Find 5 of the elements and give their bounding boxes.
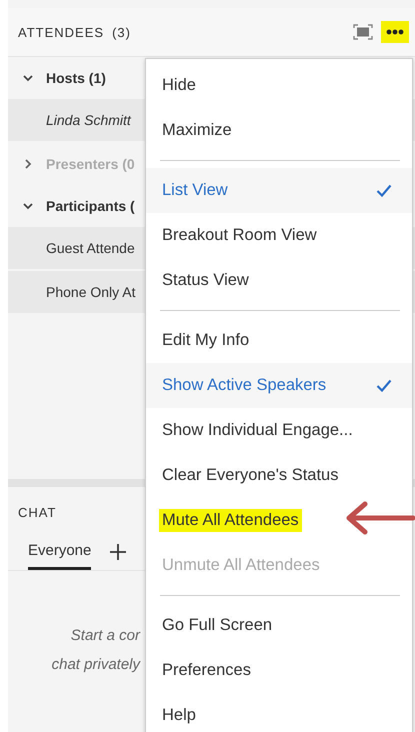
chat-title: CHAT bbox=[18, 505, 56, 520]
panel-title: ATTENDEES bbox=[18, 24, 104, 40]
empty-chat-message: chat privately bbox=[50, 655, 140, 675]
empty-chat-message: Start a cor bbox=[70, 626, 140, 646]
attendee-count: (3) bbox=[112, 24, 131, 40]
